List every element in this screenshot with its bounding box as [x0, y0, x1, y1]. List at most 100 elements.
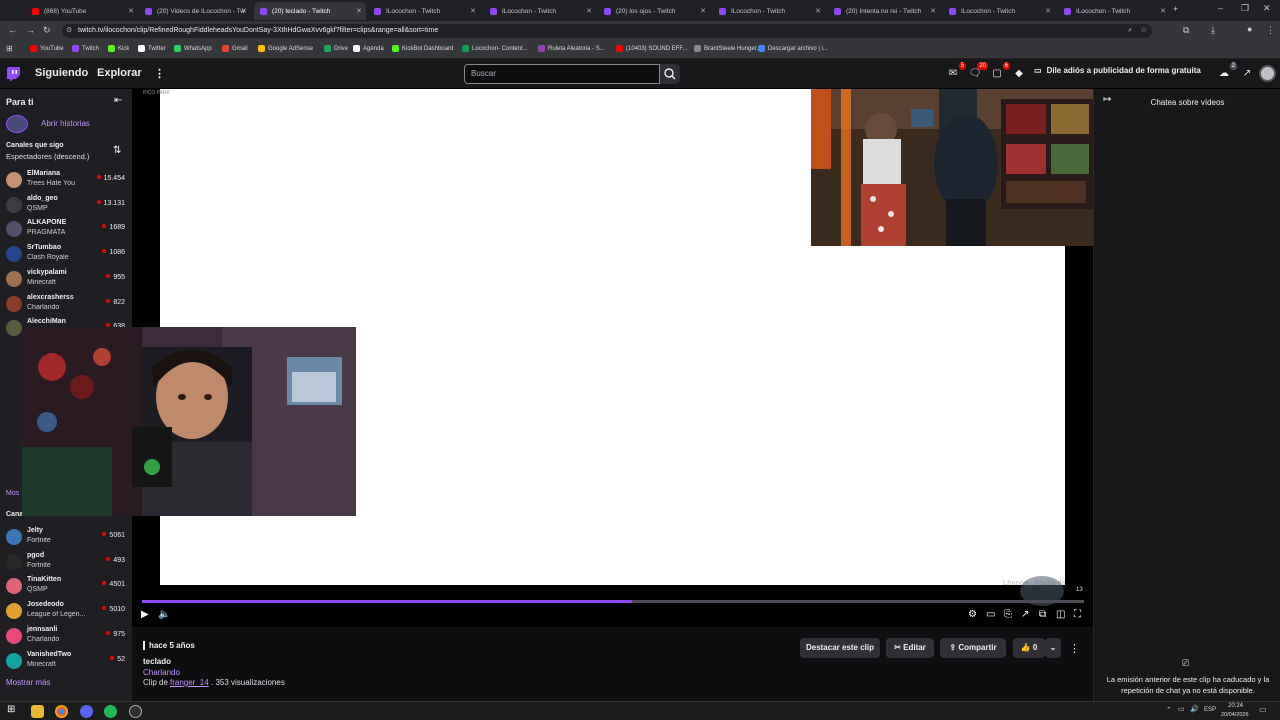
tab-close-icon[interactable]: ✕: [930, 7, 936, 15]
bookmark-item[interactable]: KickBot Dashboard: [392, 45, 453, 52]
search-input[interactable]: Buscar: [464, 64, 660, 84]
bookmark-item[interactable]: Drive: [324, 45, 348, 52]
sidebar-channel-pgod[interactable]: pgod Fortnite 493: [0, 550, 132, 574]
bits-icon[interactable]: ◆: [1012, 67, 1026, 81]
bookmark-item[interactable]: Agenda: [353, 45, 384, 52]
tab-close-icon[interactable]: ✕: [586, 7, 592, 15]
profile-icon[interactable]: ●: [1247, 24, 1252, 34]
clip-author-link[interactable]: franger_14: [170, 678, 209, 687]
chrome-icon[interactable]: [55, 705, 68, 718]
bookmark-item[interactable]: Google AdSense: [258, 45, 313, 52]
browser-tab[interactable]: (20) Intenta no rei - Twitch ✕: [828, 2, 940, 20]
seek-bar[interactable]: [142, 600, 1084, 603]
site-info-icon[interactable]: ⚙: [66, 24, 72, 38]
tab-close-icon[interactable]: ✕: [1160, 7, 1166, 15]
sort-icon[interactable]: ⇅: [113, 145, 121, 156]
url-field[interactable]: ⚙ twitch.tv/ilocochon/clip/RefinedRoughF…: [62, 24, 1152, 38]
nav-explore-link[interactable]: Explorar: [97, 67, 142, 79]
volume-icon[interactable]: 🔈: [158, 609, 170, 620]
extensions-icon[interactable]: ⧉: [1183, 25, 1189, 36]
twitch-logo-icon[interactable]: [7, 67, 20, 81]
bookmark-item[interactable]: Gmail: [222, 45, 248, 52]
prime-icon[interactable]: ↗: [1240, 67, 1254, 81]
language-indicator[interactable]: ESP: [1204, 707, 1216, 713]
share-button[interactable]: ⇪ Compartir: [940, 638, 1006, 658]
browser-tab[interactable]: (20) teclado - Twitch ✕: [254, 2, 366, 20]
download-icon[interactable]: ⤓: [1211, 25, 1215, 36]
more-options-icon[interactable]: ⋮: [1069, 642, 1080, 655]
pip-icon[interactable]: ⧉: [1039, 609, 1046, 620]
tab-close-icon[interactable]: ✕: [241, 7, 247, 15]
show-more-followed-partial[interactable]: Mos: [6, 490, 19, 497]
browser-tab[interactable]: ILocochon - Twitch ✕: [1058, 2, 1170, 20]
bookmark-item[interactable]: Ruleta Aleatoria - S...: [538, 45, 605, 52]
edit-clip-button[interactable]: ✂ Editar: [886, 638, 934, 658]
notifications-icon[interactable]: 🗨 20: [968, 62, 988, 81]
bookmark-item[interactable]: Twitch: [72, 45, 99, 52]
collapse-sidebar-icon[interactable]: ⇤: [114, 95, 122, 106]
search-button[interactable]: [660, 64, 680, 84]
sidebar-channel-jelty[interactable]: Jelty Fortnite 5061: [0, 525, 132, 549]
sidebar-channel-srtumbao[interactable]: SrTumbao Clash Royale 1086: [0, 242, 132, 266]
show-more-link[interactable]: Mostrar más: [6, 678, 50, 687]
share-clip-icon[interactable]: ↗: [1021, 609, 1029, 620]
whispers-icon[interactable]: ▢ 6: [990, 62, 1010, 81]
close-window-icon[interactable]: ✕: [1263, 3, 1271, 14]
like-button[interactable]: 👍 0: [1013, 638, 1045, 658]
network-icon[interactable]: ▭: [1178, 705, 1185, 713]
sidebar-channel-josedeodo[interactable]: Josedeodo League of Legen... 5010: [0, 599, 132, 623]
obs-icon[interactable]: [129, 705, 142, 718]
windows-start-icon[interactable]: ⊞: [7, 704, 15, 715]
bookmark-item[interactable]: Locochon- Content...: [462, 45, 528, 52]
clip-category-link[interactable]: Charlando: [143, 668, 180, 677]
highlight-clip-button[interactable]: Destacar este clip: [800, 638, 880, 658]
restore-icon[interactable]: ❐: [1241, 3, 1249, 14]
browser-tab[interactable]: ILocochon - Twitch ✕: [713, 2, 825, 20]
browser-tab[interactable]: ILocochon - Twitch ✕: [943, 2, 1055, 20]
sidebar-channel-jennsanli[interactable]: jennsanli Charlando 975: [0, 624, 132, 648]
friends-icon[interactable]: ☁ 2: [1217, 62, 1237, 81]
tab-close-icon[interactable]: ✕: [128, 7, 134, 15]
bookmark-item[interactable]: Descargar archivo | i...: [758, 45, 828, 52]
nav-following-link[interactable]: Siguiendo: [35, 67, 88, 79]
sidebar-channel-aldo_geo[interactable]: aldo_geo QSMP 13.131: [0, 193, 132, 217]
sidebar-channel-tinakitten[interactable]: TinaKitten QSMP 4501: [0, 574, 132, 598]
browser-tab[interactable]: ILocochon - Twitch ✕: [368, 2, 480, 20]
sidebar-channel-alkapone[interactable]: ALKAPONE PRAGMATA 1689: [0, 217, 132, 241]
miniplayer-icon[interactable]: ◫: [1056, 609, 1065, 620]
clock-time[interactable]: 20:24: [1228, 703, 1243, 709]
stories-avatar[interactable]: [6, 115, 28, 133]
fullscreen-icon[interactable]: ⛶: [1074, 609, 1081, 620]
bookmark-item[interactable]: BrantSteele Hunger...: [694, 45, 761, 52]
bookmark-item[interactable]: (10403) SOUND EFF...: [616, 45, 687, 52]
tab-close-icon[interactable]: ✕: [700, 7, 706, 15]
theatre-mode-icon[interactable]: ▭: [986, 609, 995, 620]
browser-tab[interactable]: (20) Videos de ILocochon - Tw ✕: [139, 2, 251, 20]
browser-tab[interactable]: (20) los ojos - Twitch ✕: [598, 2, 710, 20]
settings-icon[interactable]: ⚙: [968, 609, 977, 620]
discord-icon[interactable]: [80, 705, 93, 718]
back-icon[interactable]: ←: [8, 25, 17, 35]
file-explorer-icon[interactable]: [31, 705, 44, 718]
play-icon[interactable]: ▶: [141, 609, 149, 620]
tab-close-icon[interactable]: ✕: [1045, 7, 1051, 15]
bookmark-item[interactable]: WhatsApp: [174, 45, 212, 52]
bookmark-item[interactable]: Kick: [108, 45, 129, 52]
open-stories-link[interactable]: Abrir historias: [41, 119, 90, 128]
bookmark-star-icon[interactable]: ☆: [1141, 24, 1147, 38]
tab-close-icon[interactable]: ✕: [815, 7, 821, 15]
tab-close-icon[interactable]: ✕: [470, 7, 476, 15]
minimize-icon[interactable]: –: [1218, 3, 1223, 13]
bookmark-item[interactable]: Twitter: [138, 45, 166, 52]
like-options-button[interactable]: ⌄: [1045, 638, 1061, 658]
reload-icon[interactable]: ↻: [43, 25, 51, 36]
tab-close-icon[interactable]: ✕: [356, 7, 362, 15]
browser-tab[interactable]: ILocochon - Twitch ✕: [484, 2, 596, 20]
spotify-icon[interactable]: [104, 705, 117, 718]
new-tab-icon[interactable]: +: [1173, 4, 1178, 14]
user-avatar[interactable]: [1259, 65, 1276, 82]
bookmark-item[interactable]: YouTube: [30, 45, 64, 52]
ads-free-button[interactable]: ▭ Dile adiós a publicidad de forma gratu…: [1034, 66, 1201, 75]
volume-tray-icon[interactable]: 🔊: [1190, 705, 1199, 713]
sidebar-channel-alexcrasherss[interactable]: alexcrasherss Charlando 822: [0, 292, 132, 316]
